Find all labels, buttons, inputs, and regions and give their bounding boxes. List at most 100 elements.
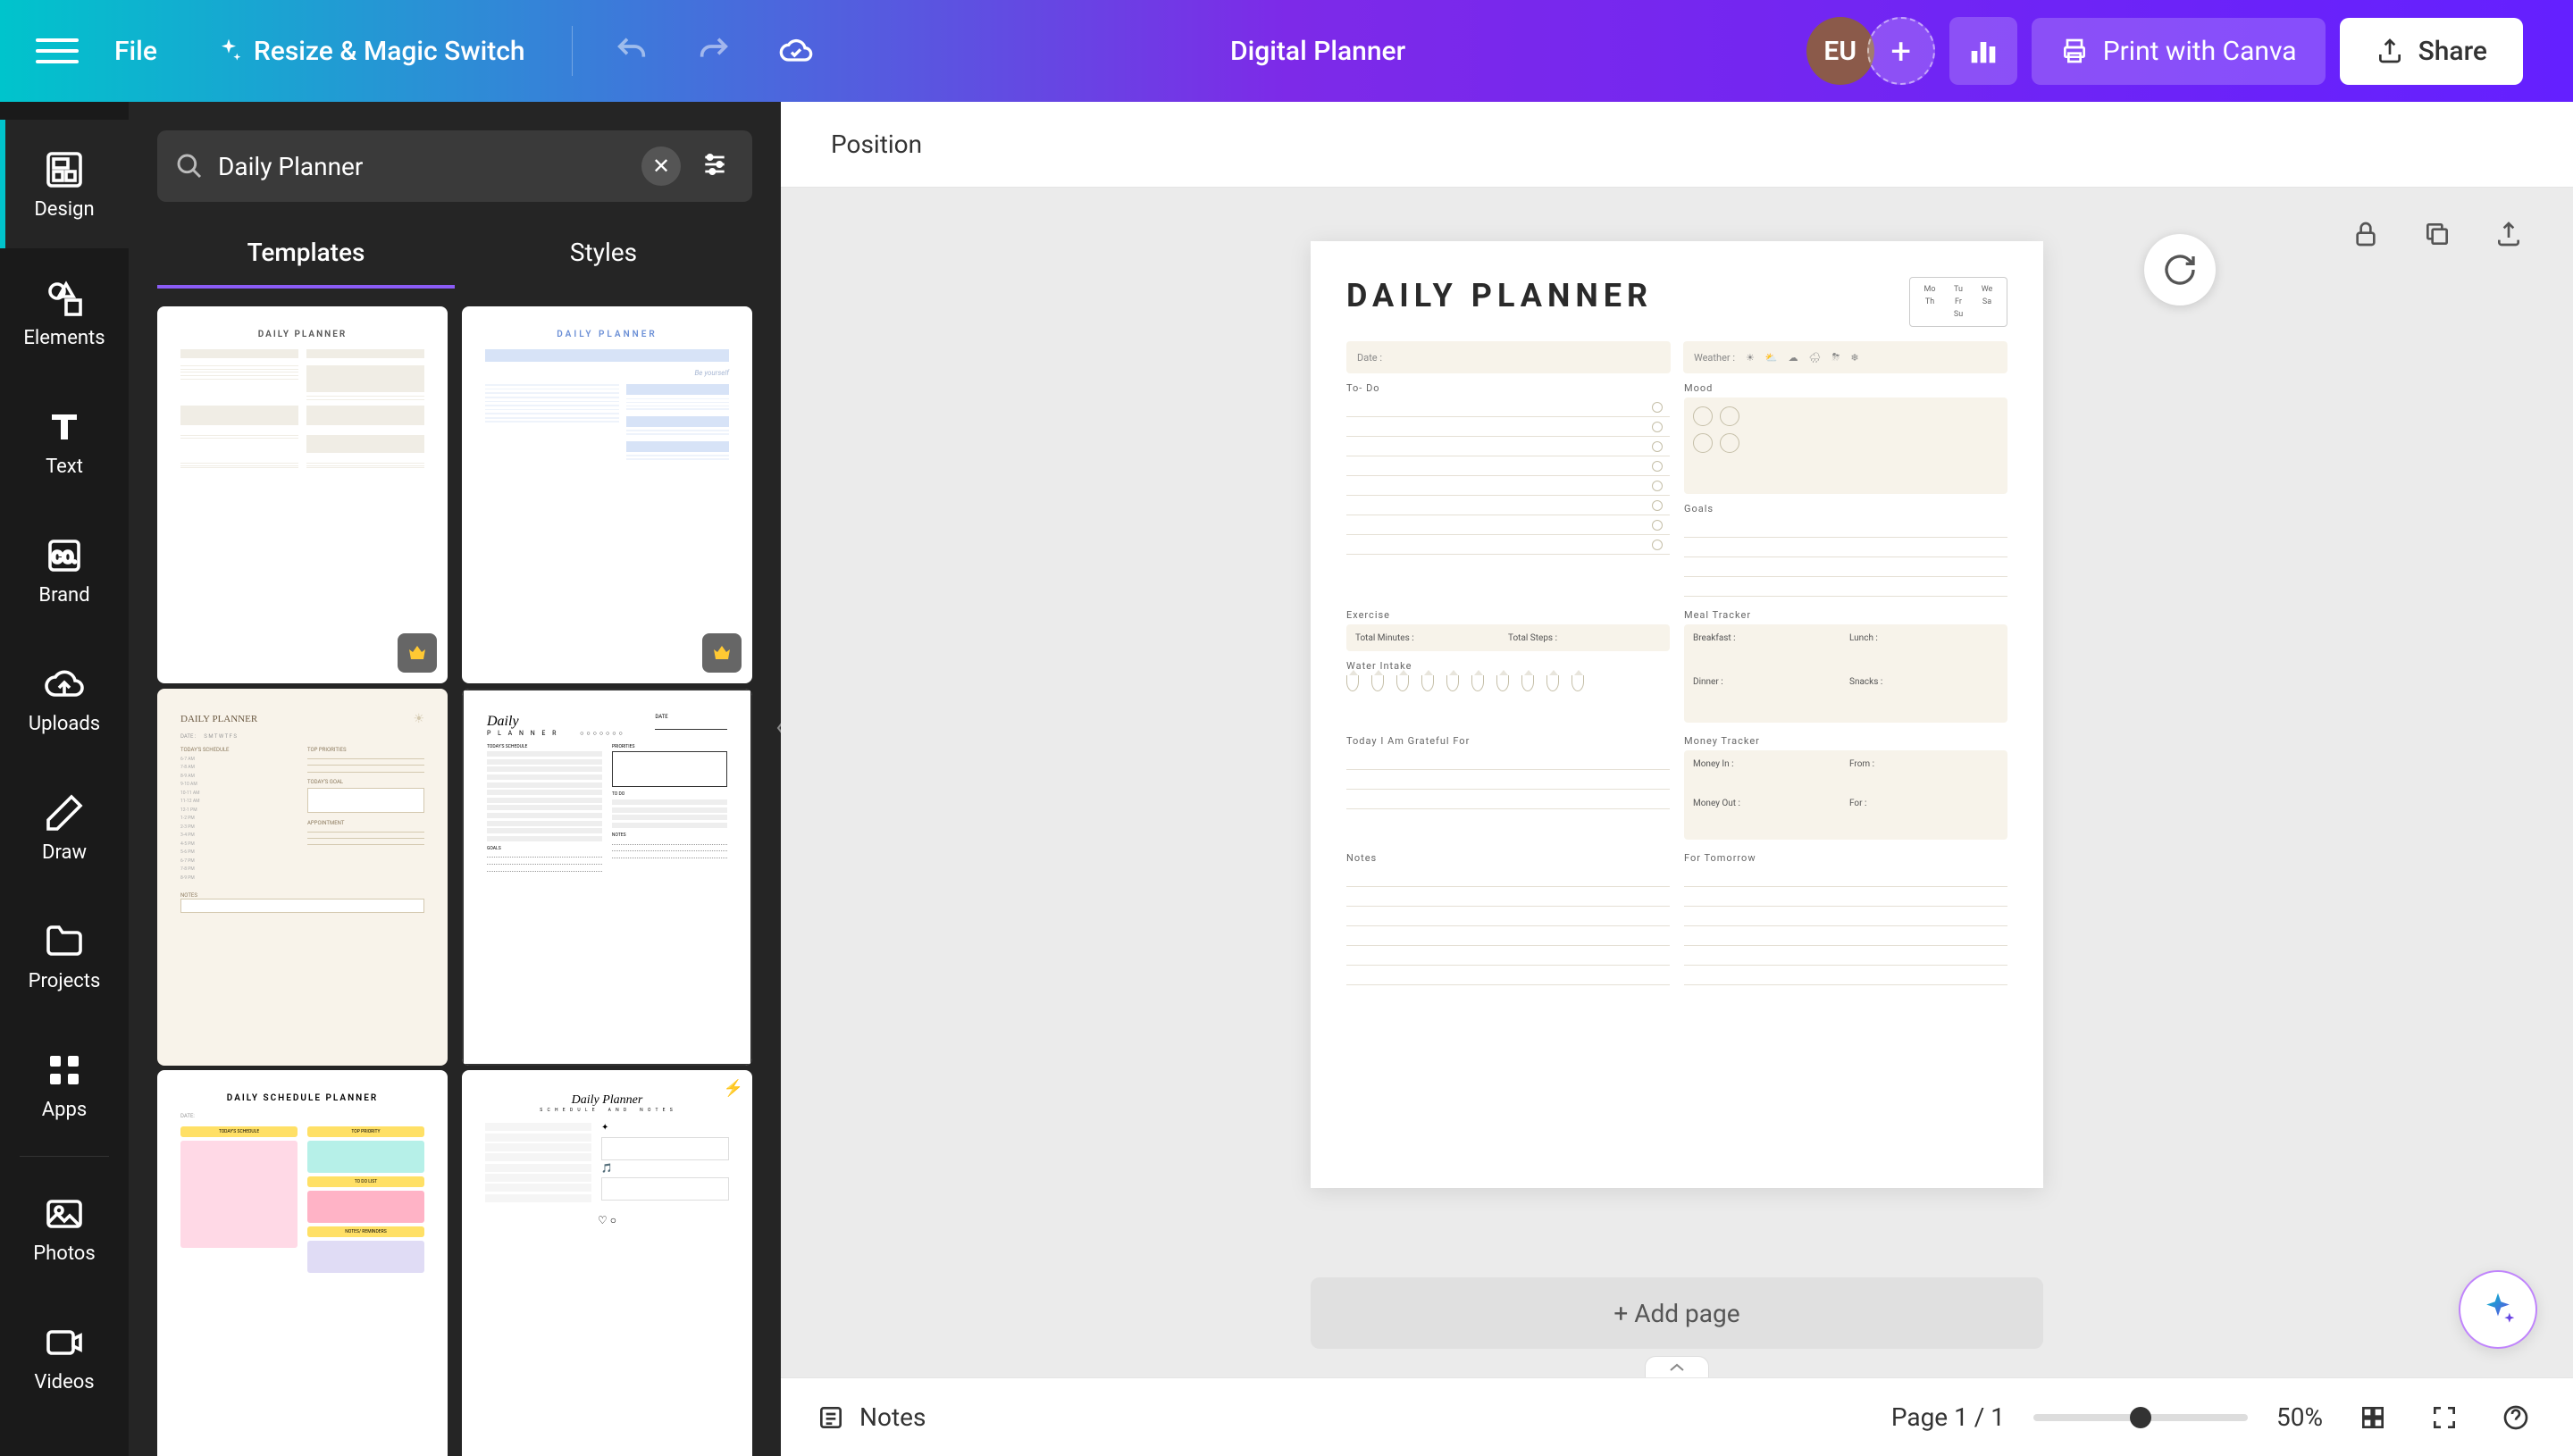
sidebar-item-photos[interactable]: Photos (0, 1164, 129, 1293)
refresh-icon (2162, 252, 2198, 288)
fullscreen-button[interactable] (2423, 1396, 2466, 1439)
meal-block[interactable]: Breakfast : Lunch : Dinner : Snacks : (1684, 624, 2007, 723)
page-controls (2337, 205, 2537, 263)
notes-label: Notes (859, 1402, 926, 1432)
mood-block[interactable] (1684, 397, 2007, 494)
project-name[interactable]: Digital Planner (844, 36, 1792, 67)
section-notes-label: Notes (1346, 852, 1670, 864)
ai-assistant-button[interactable] (2459, 1270, 2537, 1349)
sparkle-icon (2478, 1290, 2518, 1329)
search-input[interactable] (218, 152, 627, 181)
resize-label: Resize & Magic Switch (254, 36, 525, 67)
sidebar: Design Elements Text CO. Brand Uploads D… (0, 102, 129, 1456)
sidebar-divider (20, 1156, 110, 1157)
for-label: For : (1849, 799, 1999, 831)
zoom-thumb[interactable] (2130, 1407, 2151, 1428)
text-icon (43, 406, 86, 448)
sidebar-item-brand[interactable]: CO. Brand (0, 506, 129, 634)
water-drop-icon (1446, 675, 1459, 691)
tab-templates[interactable]: Templates (157, 220, 455, 289)
filter-button[interactable] (695, 146, 734, 186)
sidebar-item-uploads[interactable]: Uploads (0, 634, 129, 763)
template-card[interactable]: DAILY SCHEDULE PLANNER DATE: TODAY'S SCH… (157, 1070, 448, 1456)
expand-icon (2430, 1403, 2459, 1432)
app-bar: File Resize & Magic Switch Digital Plann… (0, 0, 2573, 102)
goals-list[interactable] (1684, 518, 2007, 597)
upload-icon (2494, 220, 2523, 248)
date-field[interactable]: Date : (1346, 341, 1671, 373)
grateful-list[interactable] (1346, 750, 1670, 809)
user-avatar[interactable]: EU (1806, 17, 1874, 85)
page-indicator[interactable]: Page 1 / 1 (1891, 1402, 2005, 1432)
sidebar-item-videos[interactable]: Videos (0, 1293, 129, 1421)
doc-days-grid[interactable]: Mo Tu We Th Fr Sa Su (1909, 277, 2007, 327)
water-tracker[interactable] (1346, 675, 1670, 691)
doc-title[interactable]: DAILY PLANNER (1346, 277, 1653, 314)
share-button[interactable]: Share (2340, 18, 2523, 85)
file-menu-button[interactable]: File (93, 25, 179, 78)
redo-button[interactable] (680, 17, 748, 85)
cloud-sun-icon: ⛅ (1765, 352, 1778, 364)
section-exercise-label: Exercise (1346, 609, 1670, 621)
main-menu-button[interactable] (36, 29, 79, 72)
sidebar-item-text[interactable]: Text (0, 377, 129, 506)
help-icon (2502, 1403, 2530, 1432)
day-cell: We (1982, 285, 1993, 294)
sidebar-label: Videos (34, 1371, 94, 1393)
template-grid[interactable]: DAILY PLANNER (129, 289, 781, 1456)
undo-button[interactable] (598, 17, 666, 85)
todo-list[interactable] (1346, 397, 1670, 555)
print-with-canva-button[interactable]: Print with Canva (2032, 18, 2326, 85)
chevron-up-icon (1668, 1362, 1686, 1373)
export-page-button[interactable] (2480, 205, 2537, 263)
share-icon (2376, 37, 2404, 65)
add-page-button[interactable]: + Add page (1311, 1277, 2043, 1349)
search-bar: ✕ (157, 130, 752, 202)
template-card[interactable]: DAILY PLANNER (157, 306, 448, 683)
zoom-level[interactable]: 50% (2276, 1402, 2323, 1432)
sidebar-label: Design (34, 198, 94, 221)
zoom-slider[interactable] (2033, 1414, 2248, 1421)
notes-list[interactable] (1346, 867, 1670, 985)
template-card[interactable]: Daily Planner ⚡ S C H E D U L E A N D N … (462, 1070, 752, 1456)
sidebar-item-elements[interactable]: Elements (0, 248, 129, 377)
template-card[interactable]: DAILY PLANNER Be yourself (462, 306, 752, 683)
notes-button[interactable]: Notes (817, 1402, 926, 1432)
duplicate-page-button[interactable] (2409, 205, 2466, 263)
cloud-sync-button[interactable] (762, 17, 830, 85)
sidebar-item-projects[interactable]: Projects (0, 891, 129, 1020)
lock-button[interactable] (2337, 205, 2394, 263)
template-card[interactable]: DAILY PLANNER ☀ DATE : S M T W T F S TOD… (157, 689, 448, 1066)
document-page[interactable]: DAILY PLANNER Mo Tu We Th Fr Sa Su Date … (1311, 241, 2043, 1188)
sidebar-item-design[interactable]: Design (0, 120, 129, 248)
analytics-button[interactable] (1949, 17, 2017, 85)
tab-styles[interactable]: Styles (455, 220, 752, 289)
regenerate-button[interactable] (2144, 234, 2216, 305)
add-collaborator-button[interactable]: + (1867, 17, 1935, 85)
undo-icon (614, 33, 650, 69)
exercise-block[interactable]: Total Minutes : Total Steps : (1346, 624, 1670, 651)
sidebar-label: Projects (29, 970, 101, 992)
help-button[interactable] (2494, 1396, 2537, 1439)
sidebar-item-apps[interactable]: Apps (0, 1020, 129, 1149)
money-out-label: Money Out : (1693, 799, 1842, 831)
template-card[interactable]: Daily DATE P L A N N E R ○○○○○○○ TODAY'S… (462, 689, 752, 1066)
grid-view-button[interactable] (2351, 1396, 2394, 1439)
weather-field[interactable]: Weather : ☀ ⛅ ☁ 🌧 ⛈ ❄ (1683, 341, 2007, 373)
grid-icon (2359, 1403, 2387, 1432)
clear-search-button[interactable]: ✕ (641, 146, 681, 186)
sidebar-label: Draw (42, 841, 87, 864)
tomorrow-list[interactable] (1684, 867, 2007, 985)
canvas-viewport[interactable]: DAILY PLANNER Mo Tu We Th Fr Sa Su Date … (781, 188, 2573, 1456)
position-button[interactable]: Position (817, 119, 936, 170)
from-label: From : (1849, 759, 1999, 791)
cloud-upload-icon (43, 663, 86, 706)
resize-magic-switch-button[interactable]: Resize & Magic Switch (193, 25, 547, 78)
collapse-footer-tab[interactable] (1645, 1356, 1709, 1377)
sidebar-item-draw[interactable]: Draw (0, 763, 129, 891)
section-mood-label: Mood (1684, 382, 2007, 394)
day-cell: Th (1925, 297, 1934, 306)
bar-chart-icon (1965, 33, 2001, 69)
money-block[interactable]: Money In : From : Money Out : For : (1684, 750, 2007, 840)
water-drop-icon (1396, 675, 1409, 691)
